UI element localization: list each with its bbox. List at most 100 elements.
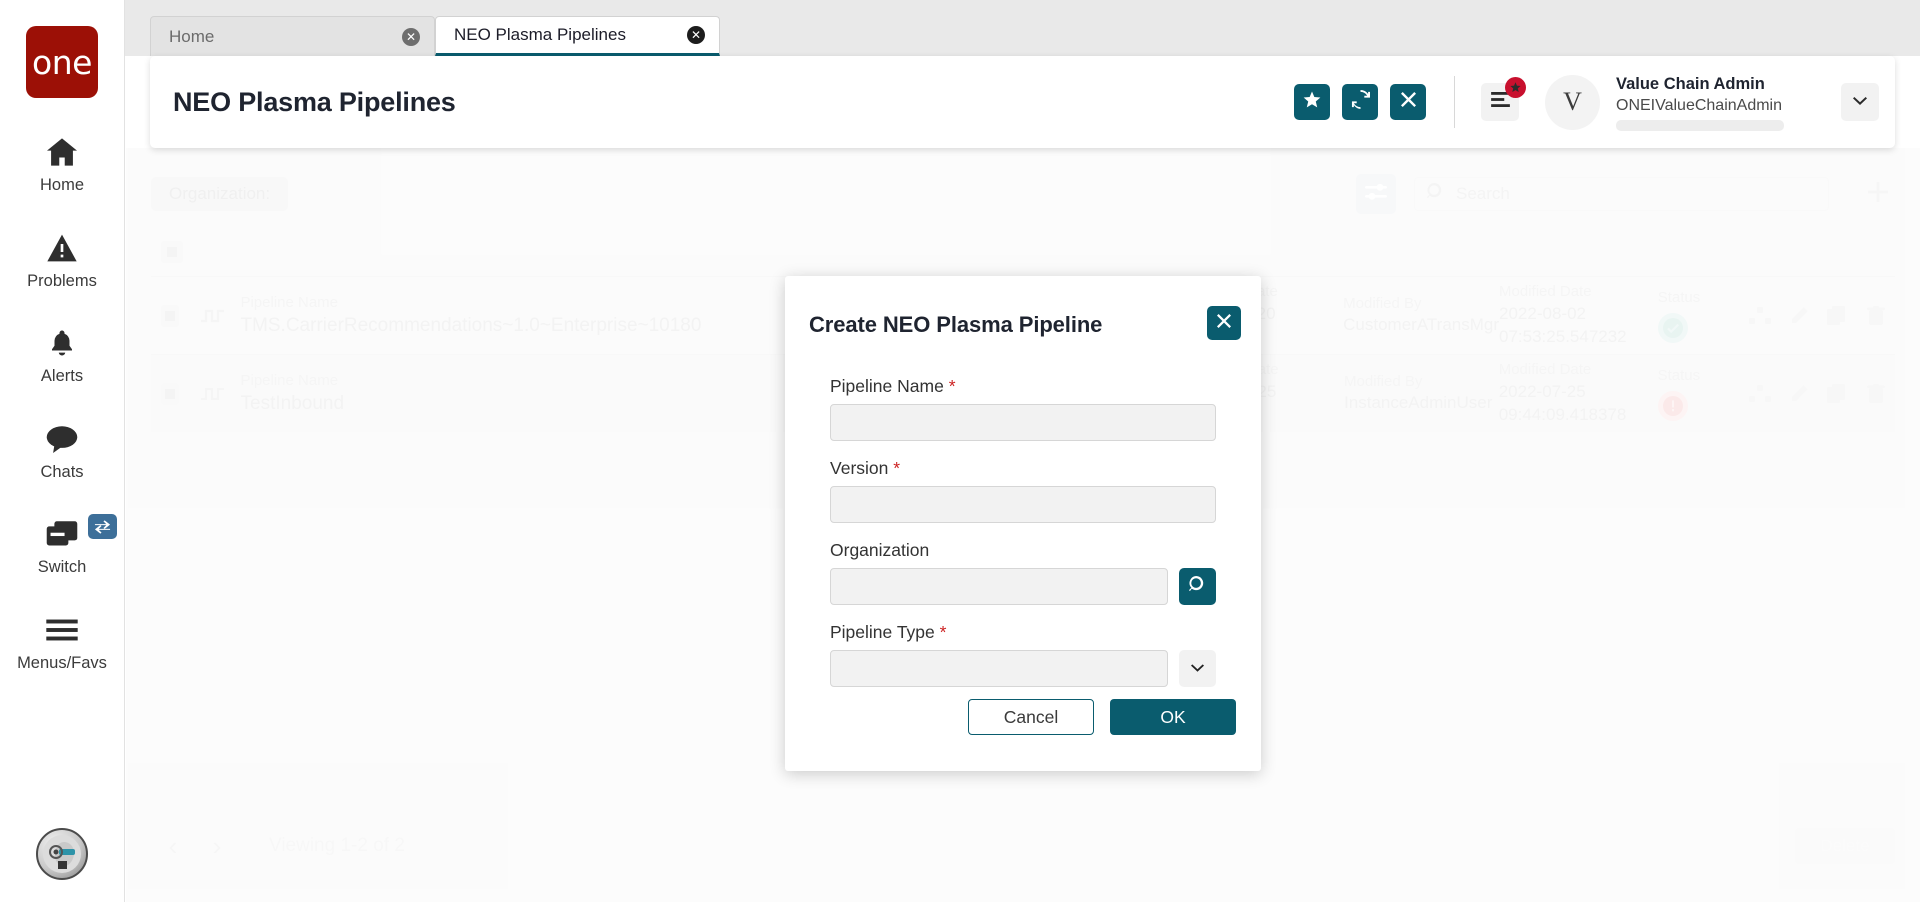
- star-icon: [1303, 91, 1321, 114]
- chevron-left-icon[interactable]: ‹: [151, 831, 195, 862]
- favorite-button[interactable]: [1294, 84, 1330, 120]
- search-icon: [1189, 576, 1206, 598]
- sidebar-label-menus-favs: Menus/Favs: [17, 655, 107, 672]
- user-login: ONEIValueChainAdmin: [1616, 96, 1831, 117]
- tab-neo-plasma-pipelines-label: NEO Plasma Pipelines: [454, 25, 687, 45]
- avatar[interactable]: V: [1545, 75, 1600, 130]
- value-modified-date: 2022-08-02: [1499, 303, 1658, 326]
- label-pipeline-name: Pipeline Name *: [830, 376, 1216, 397]
- sidebar-item-switch[interactable]: Switch: [0, 516, 125, 576]
- label-modified-by: Modified By: [1344, 372, 1499, 392]
- search-placeholder-text: Search: [1456, 184, 1510, 204]
- delete-button-label: Delete: [1820, 836, 1869, 856]
- sidebar-label-alerts: Alerts: [41, 368, 83, 385]
- page-title: NEO Plasma Pipelines: [173, 87, 1282, 118]
- ai-robot-head-icon[interactable]: [36, 828, 88, 880]
- filter-toolbar: Organization: Search: [151, 170, 1895, 218]
- trash-icon[interactable]: [1857, 306, 1895, 326]
- filter-button[interactable]: [1356, 174, 1396, 214]
- tab-home[interactable]: Home ✕: [150, 16, 435, 56]
- graph-icon[interactable]: [1741, 306, 1779, 326]
- label-version: Version *: [830, 458, 1216, 479]
- close-circle-icon[interactable]: ✕: [687, 26, 705, 44]
- edit-pencil-icon[interactable]: [1780, 306, 1818, 326]
- label-pipeline-type-text: Pipeline Type: [830, 622, 935, 642]
- label-modified-date: Modified Date: [1499, 360, 1658, 380]
- dialog-close-button[interactable]: [1207, 306, 1241, 340]
- chevron-right-icon[interactable]: ›: [195, 831, 239, 862]
- row-checkbox[interactable]: [161, 305, 179, 327]
- sidebar-item-alerts[interactable]: Alerts: [0, 325, 125, 385]
- pipeline-name-input[interactable]: [830, 404, 1216, 441]
- dialog-title: Create NEO Plasma Pipeline: [809, 312, 1102, 338]
- sidebar-label-chats: Chats: [40, 464, 83, 481]
- user-detail-redacted: [1616, 120, 1784, 131]
- menu-button[interactable]: [1481, 83, 1519, 121]
- value-modified-time: 07:53:25.547232: [1499, 326, 1658, 349]
- required-asterisk: *: [940, 622, 947, 642]
- user-info: Value Chain Admin ONEIValueChainAdmin: [1616, 73, 1831, 130]
- copy-icon[interactable]: [1818, 306, 1856, 326]
- close-button[interactable]: [1390, 84, 1426, 120]
- label-status: Status: [1658, 366, 1742, 386]
- edit-pencil-icon[interactable]: [1780, 384, 1818, 404]
- select-all-checkbox[interactable]: [161, 241, 183, 263]
- pipeline-type-input[interactable]: [830, 650, 1168, 687]
- trash-icon[interactable]: [1857, 384, 1895, 404]
- copy-icon[interactable]: [1818, 384, 1856, 404]
- refresh-button[interactable]: [1342, 84, 1378, 120]
- value-modified-date: 2022-07-25: [1499, 381, 1658, 404]
- label-modified-date: Modified Date: [1499, 282, 1658, 302]
- organization-input[interactable]: [830, 568, 1168, 605]
- dialog-form: Pipeline Name * Version * Organizati: [830, 376, 1216, 704]
- star-badge-icon: [1505, 77, 1526, 98]
- sidebar-item-menus-favs[interactable]: Menus/Favs: [0, 612, 125, 672]
- create-pipeline-dialog: Create NEO Plasma Pipeline Pipeline Name…: [785, 276, 1261, 771]
- organization-filter-chip[interactable]: Organization:: [151, 177, 288, 211]
- pipeline-icon: [195, 384, 230, 404]
- label-pipeline-name-text: Pipeline Name: [830, 376, 944, 396]
- one-network-logo[interactable]: one: [26, 26, 98, 98]
- viewing-count-text: Viewing 1-2 of 2: [269, 835, 405, 857]
- tab-neo-plasma-pipelines[interactable]: NEO Plasma Pipelines ✕: [435, 16, 720, 56]
- field-version: Version *: [830, 458, 1216, 523]
- bell-icon: [42, 325, 82, 361]
- search-icon: [1427, 183, 1444, 205]
- avatar-initial: V: [1563, 87, 1582, 117]
- cell-modified-by: Modified By InstanceAdminUser: [1344, 372, 1499, 415]
- organization-search-button[interactable]: [1179, 568, 1216, 605]
- add-button[interactable]: [1861, 177, 1895, 211]
- user-name: Value Chain Admin: [1616, 73, 1831, 95]
- sidebar-item-chats[interactable]: Chats: [0, 421, 125, 481]
- status-badge: [1658, 313, 1688, 343]
- page-header: NEO Plasma Pipelines V: [150, 56, 1895, 148]
- version-input[interactable]: [830, 486, 1216, 523]
- sidebar-item-home[interactable]: Home: [0, 134, 125, 194]
- graph-icon[interactable]: [1741, 384, 1779, 404]
- warning-triangle-icon: [42, 230, 82, 266]
- cell-modified-date: Modified Date 2022-07-25 09:44:09.418378: [1499, 360, 1658, 426]
- pipeline-type-dropdown-button[interactable]: [1179, 650, 1216, 687]
- cancel-button[interactable]: Cancel: [968, 699, 1094, 735]
- app-root: one Home Problems Alerts Chats: [0, 0, 1920, 902]
- close-circle-icon[interactable]: ✕: [402, 28, 420, 46]
- hamburger-icon: [42, 612, 82, 648]
- required-asterisk: *: [893, 458, 900, 478]
- delete-button[interactable]: Delete: [1795, 828, 1895, 864]
- sidebar-item-problems[interactable]: Problems: [0, 230, 125, 290]
- row-checkbox[interactable]: [161, 383, 179, 405]
- toolbar-right-group: Search: [1356, 174, 1895, 214]
- cell-status: Status: [1658, 288, 1742, 342]
- ok-button[interactable]: OK: [1110, 699, 1236, 735]
- user-menu-button[interactable]: [1841, 83, 1879, 121]
- check-circle-icon: [1663, 318, 1683, 338]
- table-footer: ‹ › Viewing 1-2 of 2 Delete: [151, 828, 1895, 864]
- sidebar-label-switch: Switch: [38, 559, 87, 576]
- search-input[interactable]: Search: [1414, 177, 1829, 211]
- label-status: Status: [1658, 288, 1742, 308]
- label-organization: Organization: [830, 540, 1216, 561]
- sliders-icon: [1365, 183, 1387, 206]
- header-divider: [1454, 76, 1455, 128]
- swap-arrows-icon[interactable]: [88, 514, 117, 539]
- cell-status: Status: [1658, 366, 1742, 420]
